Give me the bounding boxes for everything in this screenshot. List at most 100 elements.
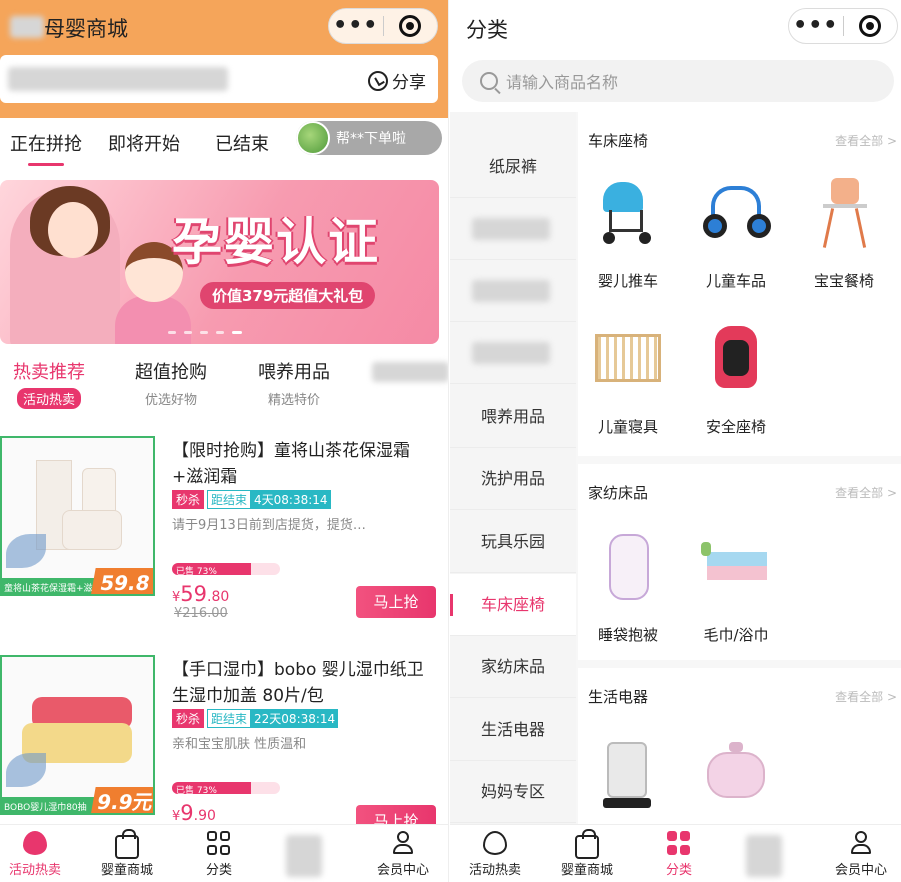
view-all-link[interactable]: 查看全部 > bbox=[835, 688, 897, 705]
tab-redacted[interactable] bbox=[746, 835, 782, 877]
view-all-link[interactable]: 查看全部 > bbox=[835, 484, 897, 501]
tab-label: 活动热卖 bbox=[468, 863, 521, 878]
store-address-redacted bbox=[8, 67, 228, 91]
tab-category[interactable]: 分类 bbox=[634, 831, 724, 878]
section-title: 车床座椅 bbox=[588, 132, 649, 150]
tab-label: 婴童商城 bbox=[100, 863, 153, 878]
price: ¥9.90 bbox=[172, 801, 216, 825]
category-item[interactable]: 毛巾/浴巾 bbox=[686, 532, 786, 645]
tab-hot-sale[interactable]: 活动热卖 bbox=[0, 831, 80, 878]
item-label: 儿童车品 bbox=[705, 272, 766, 290]
tab-label: 会员中心 bbox=[834, 863, 887, 878]
view-all-link[interactable]: 查看全部 > bbox=[835, 132, 897, 149]
tab-kids-mall[interactable]: 婴童商城 bbox=[542, 829, 632, 878]
sold-text: 已售 73% bbox=[176, 567, 217, 577]
countdown-label: 距结束 bbox=[207, 709, 252, 728]
notice-text: 帮**下单啦 bbox=[336, 131, 406, 147]
item-label: 婴儿推车 bbox=[597, 272, 658, 290]
share-label: 分享 bbox=[392, 73, 426, 93]
tab-kids-mall[interactable]: 婴童商城 bbox=[82, 829, 172, 878]
cat-tab-title: 超值抢购 bbox=[135, 362, 207, 383]
cat-tab-feeding[interactable]: 喂养用品 精选特价 bbox=[239, 358, 349, 409]
sidebar-item-redacted[interactable] bbox=[450, 260, 576, 322]
category-item[interactable]: 安全座椅 bbox=[686, 324, 786, 437]
product-desc: 请于9月13日前到店提货，提货… bbox=[172, 518, 366, 533]
sleeping-bag-image bbox=[593, 532, 663, 602]
section-strollers-seats: 车床座椅 查看全部 > 婴儿推车 儿童车品 宝宝餐椅 儿童寝具 安全座椅 bbox=[578, 112, 901, 456]
sidebar-item-appliances[interactable]: 生活电器 bbox=[450, 699, 576, 761]
tab-member-center[interactable]: 会员中心 bbox=[358, 831, 448, 878]
sidebar-item-redacted[interactable] bbox=[450, 198, 576, 260]
search-placeholder: 请输入商品名称 bbox=[506, 73, 619, 92]
section-bedding: 家纺床品 查看全部 > 睡袋抱被 毛巾/浴巾 bbox=[578, 464, 901, 660]
more-menu-icon[interactable]: ••• bbox=[789, 15, 843, 37]
flash-sale-screen: 母婴商城 ••• 分享 正在拼抢 即将开始 已结束 帮**下单啦 孕婴认证 价值… bbox=[0, 0, 449, 882]
close-miniprogram-icon[interactable] bbox=[384, 15, 438, 37]
share-button[interactable]: 分享 bbox=[368, 68, 426, 93]
sidebar-item-mom-zone[interactable]: 妈妈专区 bbox=[450, 761, 576, 823]
close-miniprogram-icon[interactable] bbox=[844, 15, 898, 37]
tab-ongoing[interactable]: 正在拼抢 bbox=[10, 130, 82, 166]
product-desc: 亲和宝宝肌肤 性质温和 bbox=[172, 737, 307, 752]
user-icon bbox=[849, 831, 873, 855]
category-item[interactable]: 婴儿推车 bbox=[578, 178, 678, 291]
share-icon bbox=[368, 70, 388, 91]
sidebar-item-toys[interactable]: 玩具乐园 bbox=[450, 511, 576, 573]
countdown-label: 距结束 bbox=[207, 490, 252, 509]
tab-label: 分类 bbox=[205, 863, 232, 878]
item-label: 儿童寝具 bbox=[597, 418, 658, 436]
countdown-time: 4天08:38:14 bbox=[251, 490, 331, 509]
banner-subtitle: 价值379元超值大礼包 bbox=[200, 282, 376, 309]
flame-icon bbox=[483, 831, 507, 855]
sidebar-item-bedding[interactable]: 家纺床品 bbox=[450, 636, 576, 698]
sidebar-item-diapers[interactable]: 纸尿裤 bbox=[450, 136, 576, 198]
tab-member-center[interactable]: 会员中心 bbox=[816, 831, 901, 878]
category-item[interactable]: 宝宝餐椅 bbox=[794, 178, 894, 291]
item-label: 宝宝餐椅 bbox=[813, 272, 874, 290]
cat-tab-hot[interactable]: 热卖推荐 活动热卖 bbox=[0, 358, 104, 409]
sidebar-item-strollers-seats[interactable]: 车床座椅 bbox=[450, 574, 576, 636]
tab-label: 活动热卖 bbox=[8, 863, 61, 878]
buy-now-button[interactable]: 马上抢 bbox=[356, 586, 436, 618]
cat-tab-redacted[interactable] bbox=[372, 362, 448, 382]
category-sidebar: 纸尿裤 喂养用品 洗护用品 玩具乐园 车床座椅 家纺床品 生活电器 妈妈专区 bbox=[450, 112, 576, 824]
cat-tab-value[interactable]: 超值抢购 优选好物 bbox=[116, 358, 226, 409]
formula-kettle-image bbox=[593, 738, 663, 808]
flash-sale-badge: 秒杀 bbox=[172, 490, 205, 509]
category-item[interactable]: 睡袋抱被 bbox=[578, 532, 678, 645]
category-item[interactable]: 儿童寝具 bbox=[578, 324, 678, 437]
bottom-tab-bar: 活动热卖 婴童商城 分类 会员中心 bbox=[0, 824, 448, 882]
sidebar-item-feeding[interactable]: 喂养用品 bbox=[450, 386, 576, 448]
category-header: 分类 ••• 请输入商品名称 bbox=[450, 0, 901, 112]
sidebar-item-redacted[interactable] bbox=[450, 322, 576, 384]
section-title: 生活电器 bbox=[588, 688, 649, 706]
category-content: 车床座椅 查看全部 > 婴儿推车 儿童车品 宝宝餐椅 儿童寝具 安全座椅 家纺床… bbox=[578, 112, 901, 824]
countdown-tags: 秒杀 距结束 22天08:38:14 bbox=[172, 709, 339, 728]
cat-tab-title: 喂养用品 bbox=[258, 362, 330, 383]
product-title: 【手口湿巾】bobo 婴儿湿巾纸卫生湿巾加盖 80片/包 bbox=[172, 660, 424, 706]
tab-ended[interactable]: 已结束 bbox=[215, 130, 269, 156]
image-price: 9.9元 bbox=[90, 787, 153, 813]
stroller-image bbox=[593, 178, 663, 248]
product-image[interactable]: 童将山茶花保湿霜+滋润霜 59.8元 bbox=[0, 436, 155, 596]
car-seat-image bbox=[701, 324, 771, 394]
category-item[interactable] bbox=[686, 738, 786, 808]
bottom-tab-bar: 活动热卖 婴童商城 分类 会员中心 bbox=[450, 824, 901, 882]
store-header: 母婴商城 ••• 分享 bbox=[0, 0, 448, 118]
category-grid-icon bbox=[667, 831, 691, 855]
tab-upcoming[interactable]: 即将开始 bbox=[108, 130, 180, 156]
product-image[interactable]: BOBO婴儿湿巾80抽 9.9元 bbox=[0, 655, 155, 815]
product-card[interactable]: 童将山茶花保湿霜+滋润霜 59.8元 【限时抢购】童将山茶花保湿霜+滋润霜 秒杀… bbox=[0, 436, 448, 636]
category-item[interactable] bbox=[578, 738, 678, 808]
more-menu-icon[interactable]: ••• bbox=[329, 15, 383, 37]
tab-category[interactable]: 分类 bbox=[174, 831, 264, 878]
category-item[interactable]: 儿童车品 bbox=[686, 178, 786, 291]
category-screen: 分类 ••• 请输入商品名称 纸尿裤 喂养用品 洗护用品 玩具乐园 车床座椅 家… bbox=[450, 0, 901, 882]
tab-redacted[interactable] bbox=[286, 835, 322, 877]
shopping-bag-icon bbox=[575, 829, 599, 859]
sidebar-item-care[interactable]: 洗护用品 bbox=[450, 448, 576, 510]
image-price: 59.8元 bbox=[90, 568, 153, 594]
search-input[interactable]: 请输入商品名称 bbox=[462, 60, 894, 102]
promo-banner[interactable]: 孕婴认证 价值379元超值大礼包 bbox=[0, 180, 439, 344]
tab-hot-sale[interactable]: 活动热卖 bbox=[450, 831, 540, 878]
